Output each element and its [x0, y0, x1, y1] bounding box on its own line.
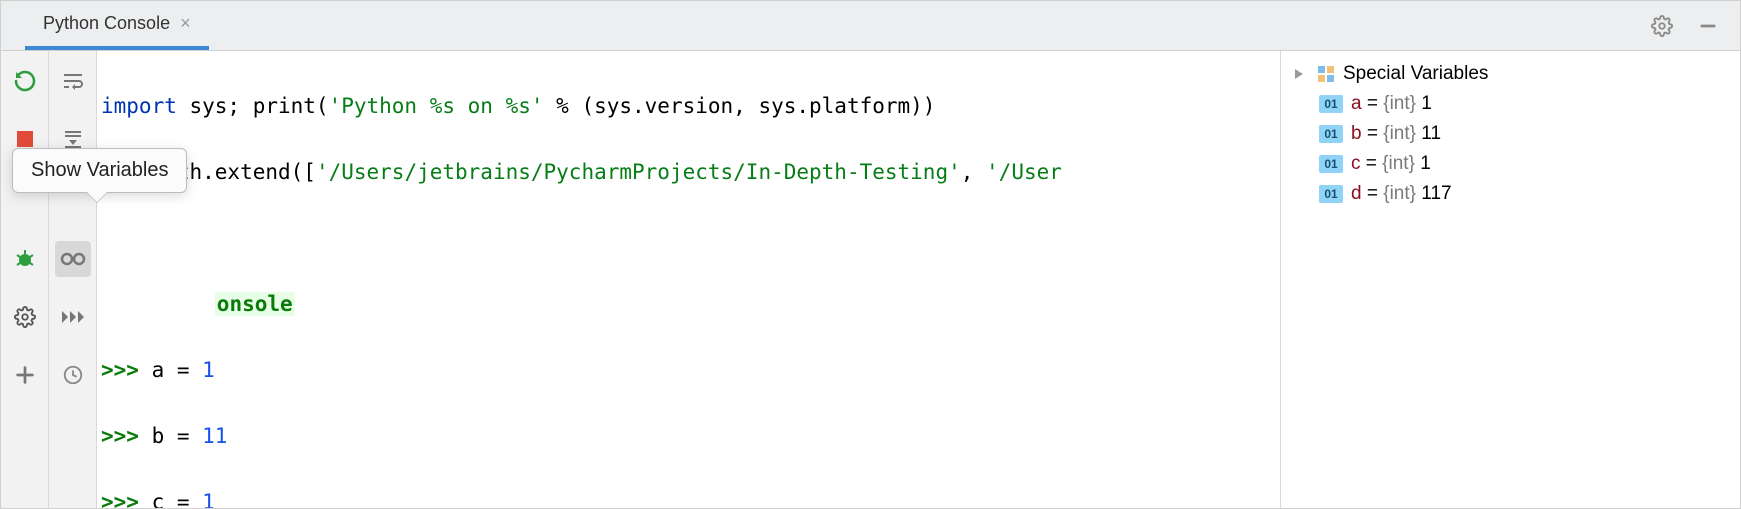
console-text: 'Python %s on %s': [329, 94, 544, 118]
eq: =: [1362, 183, 1384, 204]
tab-label: Python Console: [43, 13, 170, 34]
prompt: >>>: [101, 424, 152, 448]
console-text: import: [101, 94, 177, 118]
console-text: ,: [961, 160, 986, 184]
var-type: {int}: [1383, 93, 1416, 114]
prompt: >>>: [101, 358, 152, 382]
tab-python-console[interactable]: Python Console ×: [25, 1, 209, 50]
var-type: {int}: [1383, 183, 1416, 204]
python-console-window: Python Console ×: [0, 0, 1741, 509]
minimize-icon[interactable]: [1694, 12, 1722, 40]
gear-icon[interactable]: [1648, 12, 1676, 40]
var-type: {int}: [1382, 153, 1415, 174]
var-name: b: [1351, 123, 1362, 144]
content-area: import sys; print('Python %s on %s' % (s…: [1, 51, 1740, 508]
int-badge-icon: 01: [1319, 125, 1343, 143]
tooltip-text: Show Variables: [31, 159, 168, 181]
console-text: c =: [152, 490, 203, 508]
grid-icon: [1317, 65, 1335, 83]
execute-selection-icon[interactable]: [55, 299, 91, 335]
var-name: c: [1351, 153, 1361, 174]
toolbar-left-1: [1, 51, 49, 508]
variables-pane: Special Variables 01 a = {int} 1 01 b = …: [1280, 51, 1740, 508]
console-text: '/User: [986, 160, 1062, 184]
var-name: a: [1351, 93, 1362, 114]
expand-icon[interactable]: [1293, 68, 1309, 80]
soft-wrap-icon[interactable]: [55, 63, 91, 99]
var-name: d: [1351, 183, 1362, 204]
eq: =: [1362, 123, 1384, 144]
console-output[interactable]: import sys; print('Python %s on %s' % (s…: [97, 51, 1280, 508]
debug-icon[interactable]: [7, 241, 43, 277]
variable-row[interactable]: 01 d = {int} 117: [1291, 179, 1730, 209]
settings-icon[interactable]: [7, 299, 43, 335]
tab-bar: Python Console ×: [1, 1, 1740, 51]
tooltip-show-variables: Show Variables: [12, 148, 187, 193]
console-text: sys; print(: [177, 94, 329, 118]
toolbar-left-2: [49, 51, 97, 508]
console-text: 1: [202, 358, 215, 382]
var-value: 1: [1421, 93, 1432, 114]
variable-row[interactable]: 01 c = {int} 1: [1291, 149, 1730, 179]
var-value: 117: [1421, 183, 1451, 204]
var-type: {int}: [1383, 123, 1416, 144]
console-text: % (sys.version, sys.platform)): [544, 94, 936, 118]
console-text: '/Users/jetbrains/PycharmProjects/In-Dep…: [316, 160, 961, 184]
int-badge-icon: 01: [1319, 185, 1343, 203]
console-text: b =: [152, 424, 203, 448]
rerun-icon[interactable]: [7, 63, 43, 99]
int-badge-icon: 01: [1319, 95, 1343, 113]
new-console-icon[interactable]: [7, 357, 43, 393]
var-value: 11: [1421, 123, 1441, 144]
console-text: 11: [202, 424, 227, 448]
special-variables-row[interactable]: Special Variables: [1291, 59, 1730, 89]
history-icon[interactable]: [55, 357, 91, 393]
special-variables-label: Special Variables: [1343, 63, 1488, 85]
console-banner: onsole: [215, 292, 295, 316]
prompt: >>>: [101, 490, 152, 508]
var-value: 1: [1420, 153, 1431, 174]
variable-row[interactable]: 01 b = {int} 11: [1291, 119, 1730, 149]
show-variables-icon[interactable]: [55, 241, 91, 277]
tabbar-right-controls: [1648, 1, 1740, 50]
int-badge-icon: 01: [1319, 155, 1343, 173]
variable-row[interactable]: 01 a = {int} 1: [1291, 89, 1730, 119]
close-icon[interactable]: ×: [180, 13, 191, 34]
console-text: 1: [202, 490, 215, 508]
eq: =: [1362, 93, 1384, 114]
eq: =: [1361, 153, 1383, 174]
console-text: a =: [152, 358, 203, 382]
